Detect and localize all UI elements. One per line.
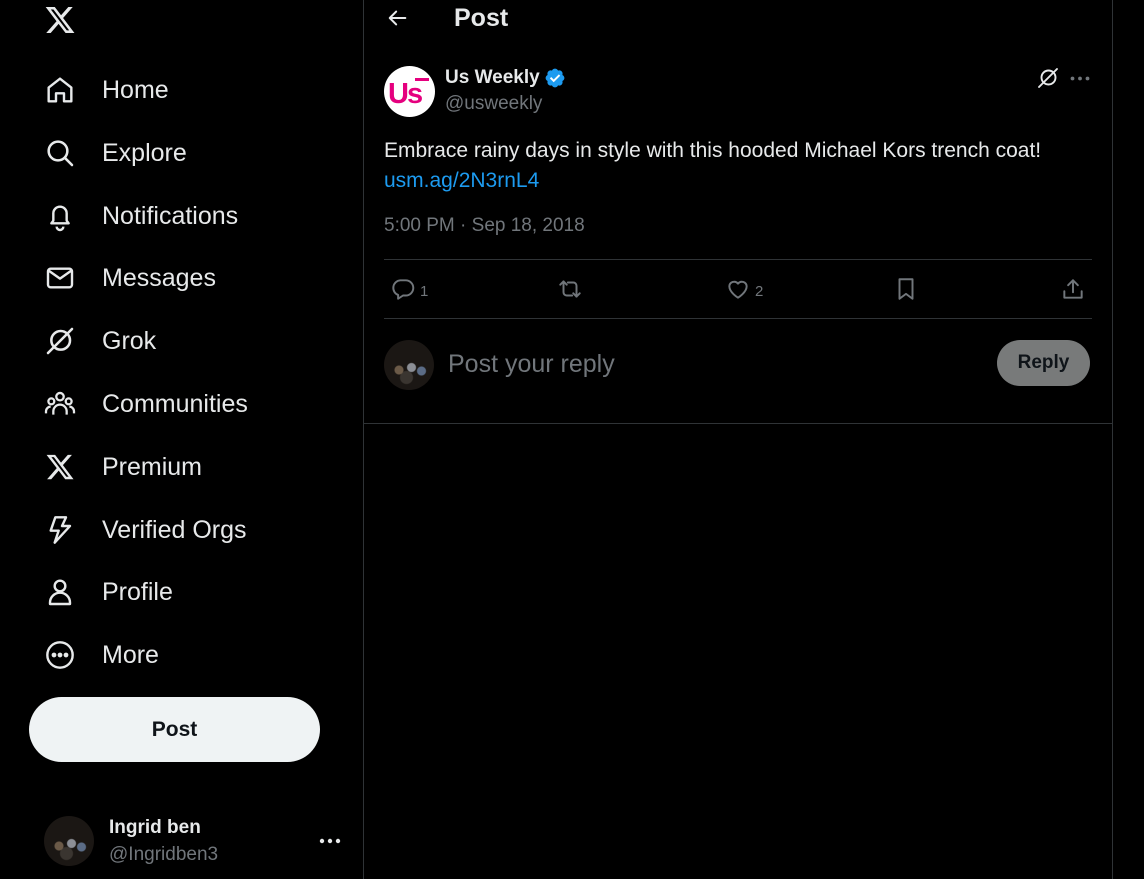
verified-badge-icon: [544, 67, 566, 89]
heart-icon: [725, 276, 751, 307]
like-count: 2: [755, 283, 764, 300]
author-avatar[interactable]: Us: [384, 66, 435, 117]
sidebar-item-premium[interactable]: Premium: [44, 447, 202, 487]
main-column: Post Us Us Weekly @usweekly Embrace rain…: [363, 0, 1113, 879]
account-switcher[interactable]: Ingrid ben @Ingridben3: [44, 815, 344, 867]
more-horizontal-icon[interactable]: [1068, 66, 1092, 90]
page-title: Post: [454, 4, 509, 32]
tweet-body: Embrace rainy days in style with this ho…: [384, 136, 1094, 196]
x-logo-icon[interactable]: [44, 4, 78, 38]
reply-composer: Reply: [384, 338, 1092, 390]
account-handle: @Ingridben3: [109, 843, 219, 865]
sidebar-item-label: Messages: [102, 263, 216, 292]
reply-input[interactable]: [446, 346, 966, 382]
sidebar-item-profile[interactable]: Profile: [44, 572, 173, 612]
more-horizontal-icon[interactable]: [316, 827, 344, 855]
lightning-icon: [44, 514, 76, 546]
sidebar-item-grok[interactable]: Grok: [44, 321, 156, 361]
communities-icon: [44, 388, 76, 420]
sidebar-item-label: Home: [102, 75, 169, 104]
bookmark-action[interactable]: [893, 276, 919, 307]
author-name[interactable]: Us Weekly: [445, 67, 540, 89]
sidebar-item-more[interactable]: More: [44, 635, 159, 675]
author-name-row[interactable]: Us Weekly: [445, 67, 566, 89]
sidebar-item-explore[interactable]: Explore: [44, 133, 187, 173]
sidebar-item-label: Explore: [102, 138, 187, 167]
person-icon: [44, 576, 76, 608]
reply-action[interactable]: 1: [390, 276, 428, 307]
like-action[interactable]: 2: [725, 276, 763, 307]
reply-button[interactable]: Reply: [997, 340, 1090, 386]
tweet-text: Embrace rainy days in style with this ho…: [384, 139, 1042, 162]
avatar: [384, 340, 434, 390]
tweet-actions: 1 2: [384, 260, 1092, 318]
repost-icon: [555, 276, 585, 307]
more-circle-icon: [44, 639, 76, 671]
sidebar-item-verified-orgs[interactable]: Verified Orgs: [44, 510, 247, 550]
sidebar-item-label: Notifications: [102, 201, 239, 230]
back-arrow-icon[interactable]: [384, 4, 412, 32]
share-action[interactable]: [1060, 276, 1086, 307]
bell-icon: [44, 200, 76, 232]
reply-icon: [390, 276, 416, 307]
grok-icon[interactable]: [1036, 66, 1060, 90]
tweet-timestamp[interactable]: 5:00 PM · Sep 18, 2018: [384, 215, 585, 237]
sidebar-item-label: Premium: [102, 452, 203, 481]
sidebar-item-label: More: [102, 640, 159, 669]
sidebar-item-label: Verified Orgs: [102, 515, 247, 544]
share-icon: [1060, 276, 1086, 307]
sidebar-item-label: Grok: [102, 326, 157, 355]
repost-action[interactable]: [555, 276, 585, 307]
divider: [364, 423, 1112, 424]
sidebar-item-notifications[interactable]: Notifications: [44, 196, 238, 236]
reply-count: 1: [420, 283, 429, 300]
sidebar-item-home[interactable]: Home: [44, 70, 169, 110]
sidebar: Home Explore Notifications Messages Grok…: [0, 0, 363, 879]
page-header: Post: [364, 0, 1112, 40]
sidebar-item-label: Communities: [102, 389, 248, 418]
author-handle[interactable]: @usweekly: [445, 93, 542, 115]
home-icon: [44, 74, 76, 106]
post-button[interactable]: Post: [29, 697, 320, 762]
envelope-icon: [44, 262, 76, 294]
sidebar-item-communities[interactable]: Communities: [44, 384, 248, 424]
account-name: Ingrid ben: [109, 816, 201, 838]
bookmark-icon: [893, 276, 919, 307]
x-premium-icon: [44, 451, 76, 483]
search-icon: [44, 137, 76, 169]
divider: [384, 318, 1092, 319]
tweet-link[interactable]: usm.ag/2N3rnL4: [384, 166, 539, 196]
sidebar-item-label: Profile: [102, 577, 173, 606]
grok-icon: [44, 325, 76, 357]
avatar: [44, 816, 94, 866]
sidebar-item-messages[interactable]: Messages: [44, 258, 216, 298]
avatar-text: Us: [388, 78, 422, 110]
